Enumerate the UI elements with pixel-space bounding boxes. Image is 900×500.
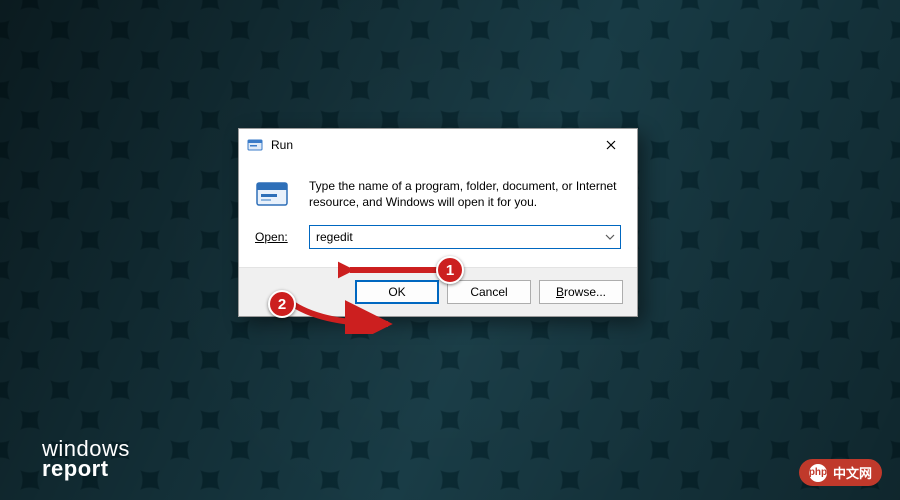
open-label: Open: [255, 230, 299, 244]
open-input[interactable] [310, 226, 600, 248]
browse-rest: rowse... [564, 285, 606, 299]
open-combobox[interactable] [309, 225, 621, 249]
dialog-footer: OK Cancel Browse... [239, 267, 637, 316]
run-large-icon [255, 177, 289, 211]
close-icon [606, 140, 616, 150]
watermark-right-text: 中文网 [833, 463, 872, 482]
close-button[interactable] [591, 131, 631, 159]
php-logo-icon: php [809, 464, 827, 482]
watermark-windows-report: windows report [42, 438, 130, 480]
browse-underline: B [556, 285, 564, 299]
ok-button[interactable]: OK [355, 280, 439, 304]
run-icon [247, 137, 263, 153]
dialog-title: Run [271, 138, 591, 152]
open-label-underline: O [255, 230, 264, 244]
dialog-description: Type the name of a program, folder, docu… [309, 178, 621, 210]
browse-button[interactable]: Browse... [539, 280, 623, 304]
titlebar[interactable]: Run [239, 129, 637, 161]
dialog-body: Type the name of a program, folder, docu… [239, 161, 637, 267]
open-label-rest: pen: [264, 230, 287, 244]
cancel-button[interactable]: Cancel [447, 280, 531, 304]
watermark-line2: report [42, 458, 130, 480]
run-dialog: Run Type the name of a program, folder, … [238, 128, 638, 317]
watermark-phpcn: php 中文网 [799, 459, 882, 486]
chevron-down-icon[interactable] [600, 226, 620, 248]
